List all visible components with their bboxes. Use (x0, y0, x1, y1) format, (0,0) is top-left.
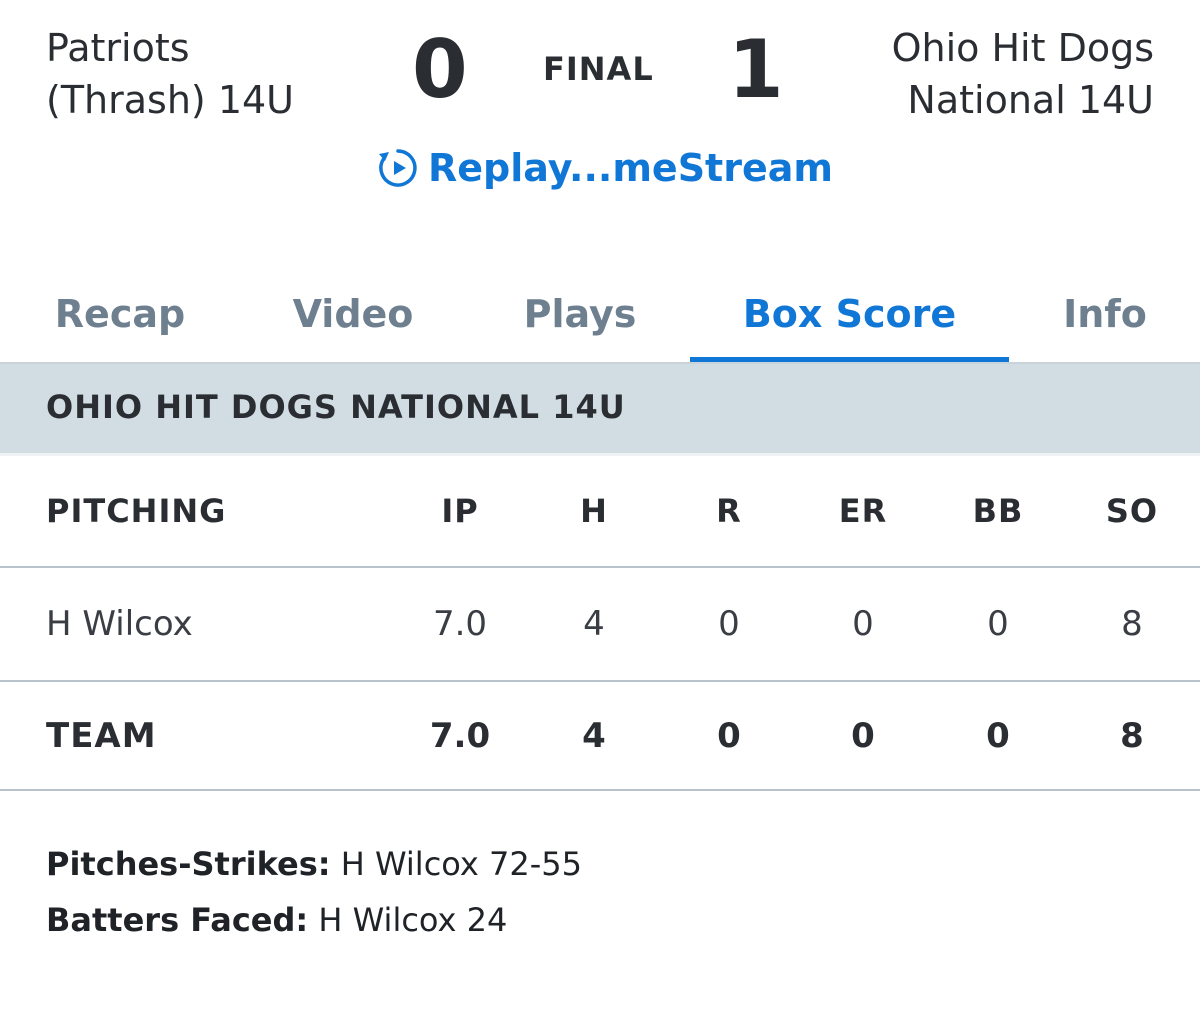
batters-faced-value: H Wilcox 24 (308, 901, 508, 939)
team-er: 0 (851, 716, 875, 756)
game-status: FINAL (543, 50, 654, 88)
pitches-strikes-value: H Wilcox 72-55 (330, 845, 582, 883)
tab-info[interactable]: Info (1040, 277, 1170, 351)
team-h: 4 (582, 716, 606, 756)
cell-ip: 7.0 (432, 604, 488, 644)
home-score: 1 (728, 23, 784, 116)
scoreboard: Patriots (Thrash) 14U 0 FINAL 1 Ohio Hit… (0, 0, 1200, 200)
cell-er: 0 (852, 604, 874, 644)
team-total-label: TEAM (46, 716, 157, 756)
home-team-name-line1: Ohio Hit Dogs (891, 26, 1154, 70)
row-divider (0, 789, 1200, 791)
home-team-name[interactable]: Ohio Hit Dogs National 14U (892, 22, 1154, 126)
pitching-header-row: PITCHING IP H R ER BB SO (0, 456, 1200, 566)
table-row[interactable]: H Wilcox 7.0 4 0 0 0 8 (0, 568, 1200, 680)
tab-video[interactable]: Video (263, 277, 443, 351)
tab-plays[interactable]: Plays (490, 277, 670, 351)
replay-icon (379, 149, 417, 187)
header-h: H (580, 492, 608, 530)
pitching-notes: Pitches-Strikes: H Wilcox 72-55 Batters … (46, 836, 582, 948)
team-total-row: TEAM 7.0 4 0 0 0 8 (0, 682, 1200, 790)
away-team-name-line1: Patriots (46, 26, 190, 70)
cell-bb: 0 (987, 604, 1009, 644)
away-team-name-line2: (Thrash) 14U (46, 78, 294, 122)
header-so: SO (1105, 492, 1159, 530)
tab-bar: Recap Video Plays Box Score Info (0, 265, 1200, 363)
team-r: 0 (717, 716, 741, 756)
team-so: 8 (1120, 716, 1144, 756)
pitches-strikes-key: Pitches-Strikes: (46, 845, 331, 883)
home-team-name-line2: National 14U (907, 78, 1154, 122)
cell-r: 0 (718, 604, 740, 644)
header-bb: BB (972, 492, 1024, 530)
pitching-header-label: PITCHING (46, 492, 227, 530)
team-section-header: OHIO HIT DOGS NATIONAL 14U (0, 364, 1200, 453)
replay-link[interactable]: Replay...meStream (376, 140, 833, 196)
cell-h: 4 (583, 604, 605, 644)
header-r: R (716, 492, 742, 530)
batters-faced-key: Batters Faced: (46, 901, 309, 939)
header-ip: IP (441, 492, 479, 530)
away-team-name[interactable]: Patriots (Thrash) 14U (46, 22, 294, 126)
header-er: ER (838, 492, 888, 530)
cell-so: 8 (1121, 604, 1143, 644)
batters-faced-note: Batters Faced: H Wilcox 24 (46, 892, 582, 948)
team-section-title: OHIO HIT DOGS NATIONAL 14U (46, 388, 626, 426)
tab-recap[interactable]: Recap (30, 277, 210, 351)
team-ip: 7.0 (429, 716, 491, 756)
pitcher-name[interactable]: H Wilcox (46, 568, 193, 680)
pitches-strikes-note: Pitches-Strikes: H Wilcox 72-55 (46, 836, 582, 892)
team-bb: 0 (986, 716, 1010, 756)
replay-label: Replay...meStream (428, 146, 833, 190)
away-score: 0 (412, 23, 468, 116)
tab-box-score[interactable]: Box Score (690, 277, 1009, 351)
